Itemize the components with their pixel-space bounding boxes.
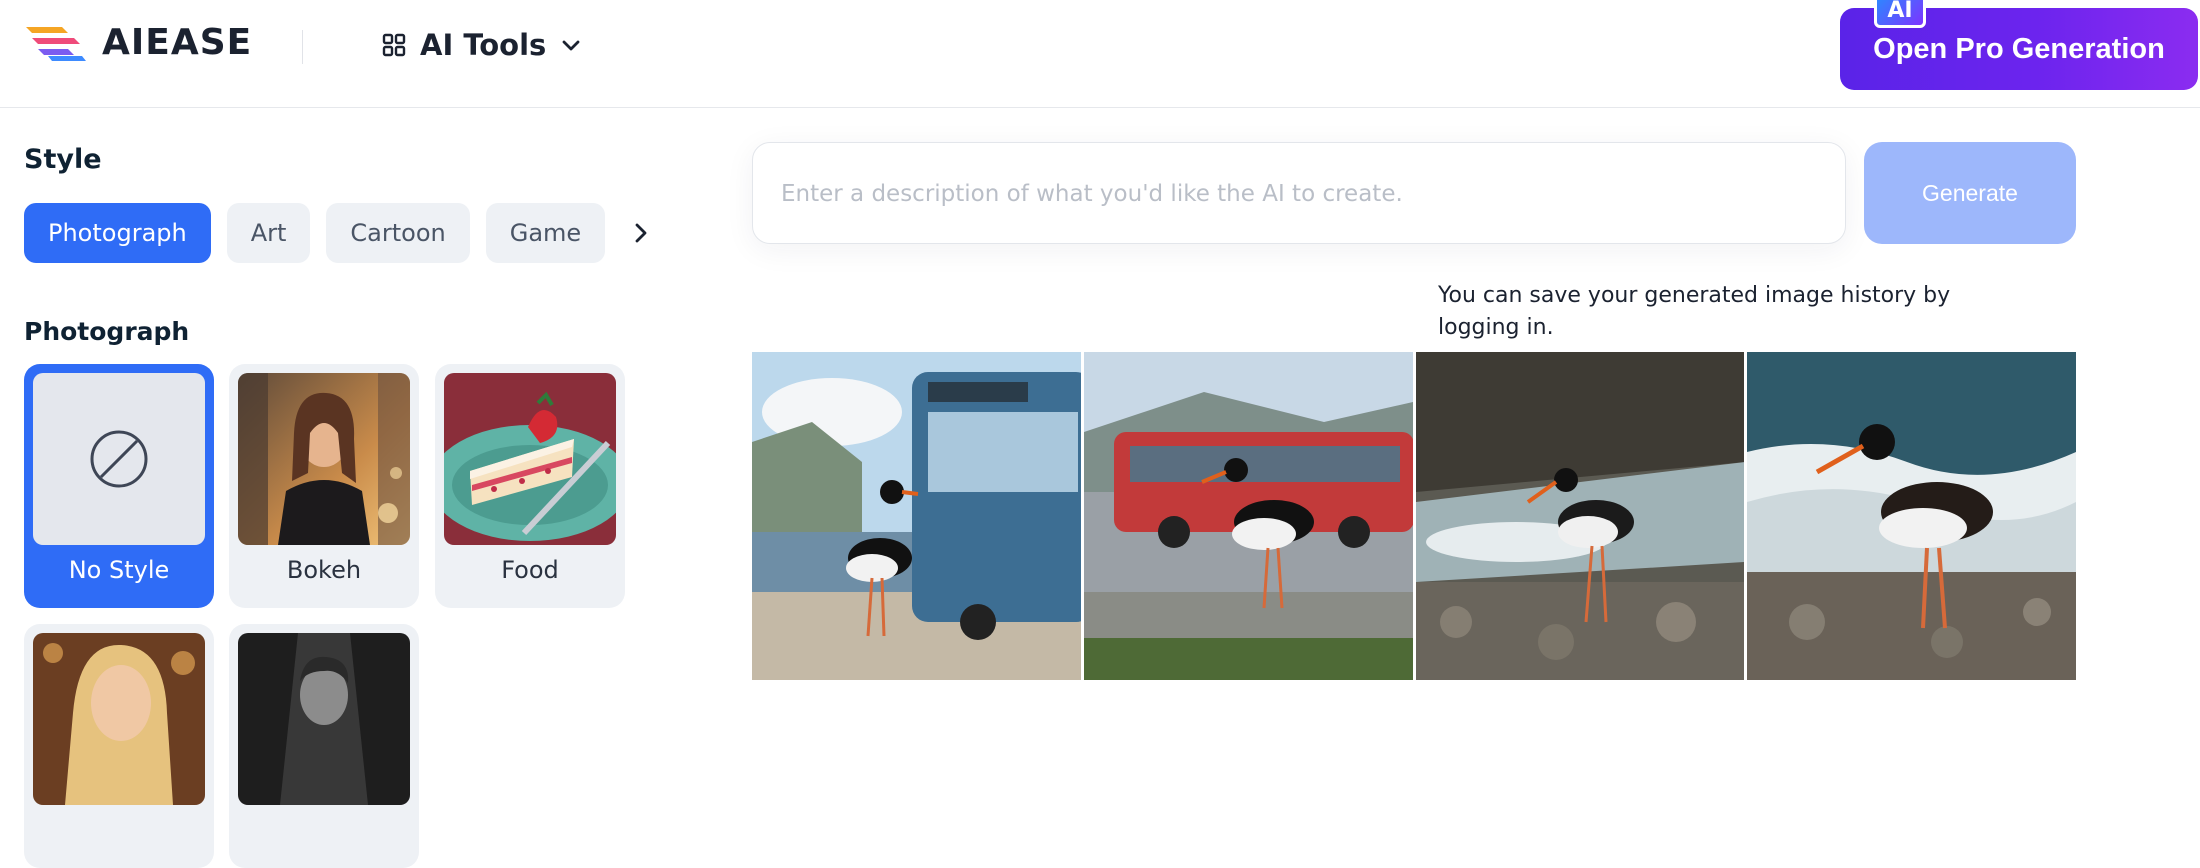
no-style-icon — [90, 430, 148, 488]
result-image-2[interactable] — [1083, 352, 1413, 680]
bokeh-thumb — [238, 373, 410, 545]
style-card-portrait-bw[interactable] — [229, 624, 419, 868]
cake-slice-image — [444, 373, 616, 545]
style-card-label: Bokeh — [286, 556, 362, 584]
bird-street-image — [1083, 352, 1413, 680]
blonde-portrait-image — [33, 633, 205, 805]
bokeh-portrait-image — [238, 373, 410, 545]
result-image-4[interactable] — [1747, 352, 2076, 680]
chevron-right-icon — [635, 223, 647, 243]
generate-button[interactable]: Generate — [1864, 142, 2076, 244]
tabs-next-button[interactable] — [621, 203, 661, 263]
login-history-note: You can save your generated image histor… — [1438, 283, 1951, 340]
bird-rocks-image — [1415, 352, 1745, 680]
prompt-input[interactable] — [781, 171, 1821, 217]
top-header: AIEASE AI Tools Open Pro Generation AI — [0, 0, 2200, 108]
tab-photograph[interactable]: Photograph — [24, 203, 211, 263]
generated-results — [752, 352, 2076, 680]
tab-art[interactable]: Art — [226, 203, 311, 263]
ai-tools-menu[interactable]: AI Tools — [382, 28, 582, 62]
result-image-3[interactable] — [1415, 352, 1745, 680]
style-tabs: Photograph Art Cartoon Game — [24, 203, 661, 263]
style-card-food[interactable]: Food — [435, 364, 625, 608]
tab-cartoon[interactable]: Cartoon — [326, 203, 470, 263]
style-card-label: No Style — [68, 556, 170, 584]
brand-logo[interactable]: AIEASE — [24, 22, 252, 63]
ai-badge: AI — [1874, 0, 1926, 28]
style-card-portrait-blonde[interactable] — [24, 624, 214, 868]
aiease-logo-icon — [26, 26, 86, 61]
brand-name: AIEASE — [102, 22, 253, 63]
portrait-blonde-thumb — [33, 633, 205, 805]
bird-waves-image — [1747, 352, 2076, 680]
tab-game[interactable]: Game — [485, 203, 606, 263]
food-thumb — [444, 373, 616, 545]
portrait-bw-thumb — [238, 633, 410, 805]
black-white-portrait-image — [238, 633, 410, 805]
style-card-label: Food — [501, 556, 559, 584]
bird-bus-image — [752, 352, 1081, 680]
result-image-1[interactable] — [752, 352, 1081, 680]
prompt-box — [752, 142, 1846, 244]
grid-icon — [382, 33, 406, 57]
style-card-no-style[interactable]: No Style — [24, 364, 214, 608]
no-style-thumb — [33, 373, 205, 545]
header-divider — [302, 30, 303, 64]
photograph-section-title: Photograph — [24, 317, 190, 346]
style-card-bokeh[interactable]: Bokeh — [229, 364, 419, 608]
style-section-title: Style — [24, 144, 102, 175]
ai-tools-label: AI Tools — [420, 28, 547, 62]
chevron-down-icon — [562, 40, 580, 51]
